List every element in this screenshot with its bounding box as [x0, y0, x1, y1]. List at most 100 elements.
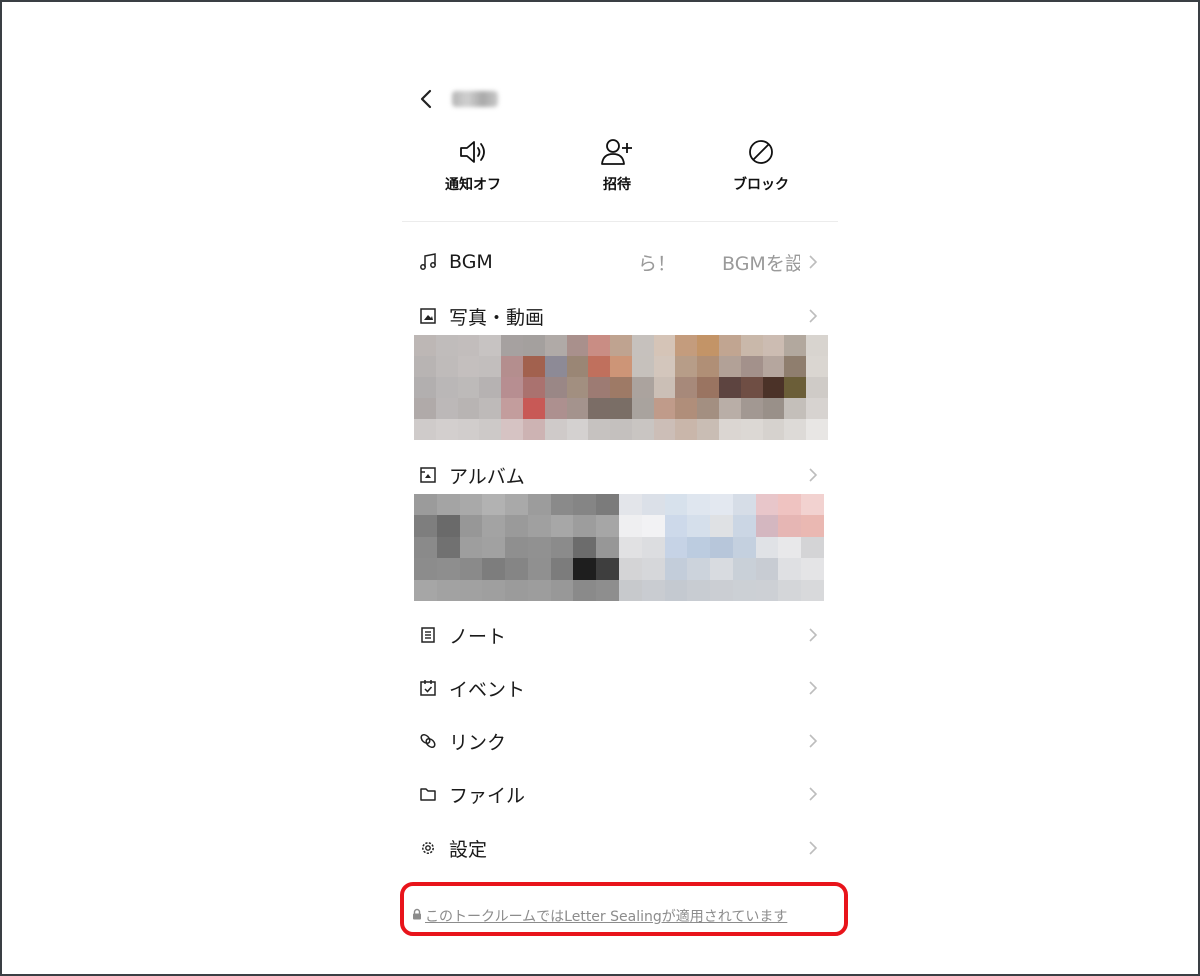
mosaic-cell	[459, 515, 483, 537]
divider	[402, 221, 838, 222]
block-button[interactable]: ブロック	[706, 136, 816, 194]
album-thumbnails-pixelated[interactable]	[414, 494, 824, 601]
mosaic-cell	[697, 419, 720, 440]
music-note-icon	[418, 252, 438, 272]
menu-row-bgm[interactable]: BGM ら！ BGMを設	[400, 242, 830, 282]
mosaic-cell	[641, 579, 665, 601]
mosaic-cell	[566, 356, 589, 377]
menu-row-link[interactable]: リンク	[400, 721, 830, 761]
mosaic-cell	[653, 377, 676, 398]
mosaic-cell	[806, 398, 828, 419]
mosaic-cell	[806, 356, 828, 377]
mosaic-cell	[544, 335, 567, 356]
gear-icon	[418, 838, 438, 858]
mosaic-cell	[641, 494, 665, 516]
chevron-right-icon	[808, 678, 822, 698]
mosaic-cell	[784, 335, 807, 356]
mosaic-cell	[459, 536, 483, 559]
mosaic-cell	[778, 579, 802, 601]
mosaic-cell	[762, 377, 785, 398]
mosaic-cell	[784, 377, 807, 398]
photo-thumbnails-pixelated[interactable]	[414, 335, 828, 440]
mosaic-cell	[697, 356, 720, 377]
menu-row-note[interactable]: ノート	[400, 615, 830, 655]
mosaic-cell	[710, 536, 733, 559]
photo-icon	[418, 306, 438, 326]
menu-row-album[interactable]: アルバム	[400, 455, 830, 495]
note-label: ノート	[449, 625, 507, 648]
mosaic-cell	[610, 398, 632, 419]
mosaic-cell	[732, 536, 756, 559]
bgm-label: BGM	[449, 251, 493, 273]
mosaic-cell	[544, 398, 567, 419]
menu-row-settings[interactable]: 設定	[400, 828, 830, 868]
mosaic-cell	[573, 579, 597, 601]
mosaic-cell	[457, 419, 480, 440]
menu-row-event[interactable]: イベント	[400, 668, 830, 708]
invite-button[interactable]: 招待	[562, 136, 672, 194]
mosaic-cell	[527, 558, 551, 580]
mosaic-cell	[675, 377, 698, 398]
mosaic-cell	[596, 515, 619, 537]
mosaic-cell	[801, 515, 824, 537]
mosaic-cell	[482, 515, 506, 537]
block-label: ブロック	[733, 177, 789, 193]
menu-row-photos[interactable]: 写真・動画	[400, 296, 830, 336]
mosaic-cell	[550, 494, 574, 516]
mosaic-cell	[610, 335, 632, 356]
mosaic-cell	[762, 335, 785, 356]
mosaic-cell	[573, 536, 597, 559]
mosaic-cell	[610, 377, 632, 398]
mosaic-cell	[550, 515, 574, 537]
mosaic-cell	[719, 377, 741, 398]
note-icon	[418, 625, 438, 645]
mosaic-cell	[435, 356, 458, 377]
mosaic-cell	[588, 335, 611, 356]
mosaic-cell	[784, 419, 807, 440]
mosaic-cell	[664, 536, 688, 559]
back-button[interactable]	[418, 84, 446, 114]
mosaic-cell	[527, 579, 551, 601]
mosaic-cell	[414, 356, 436, 377]
menu-row-file[interactable]: ファイル	[400, 774, 830, 814]
letter-sealing-link[interactable]: このトークルームではLetter Sealingが適用されています	[425, 906, 787, 926]
mosaic-cell	[664, 515, 688, 537]
chevron-right-icon	[808, 731, 822, 751]
mosaic-cell	[801, 558, 824, 580]
mosaic-cell	[566, 377, 589, 398]
mosaic-cell	[755, 536, 779, 559]
mosaic-cell	[778, 536, 802, 559]
mosaic-cell	[414, 335, 436, 356]
mosaic-cell	[631, 356, 654, 377]
mosaic-cell	[436, 515, 460, 537]
mosaic-cell	[566, 419, 589, 440]
mosaic-cell	[719, 398, 741, 419]
mosaic-cell	[544, 419, 567, 440]
mosaic-cell	[778, 494, 802, 516]
mosaic-cell	[653, 419, 676, 440]
mosaic-cell	[784, 398, 807, 419]
mosaic-cell	[710, 494, 733, 516]
bgm-song-snippet: ら！	[638, 252, 677, 275]
mosaic-cell	[631, 419, 654, 440]
mosaic-cell	[459, 558, 483, 580]
mosaic-cell	[710, 579, 733, 601]
chevron-right-icon	[808, 252, 822, 272]
mosaic-cell	[806, 419, 828, 440]
mosaic-cell	[482, 558, 506, 580]
chat-menu-panel: 通知オフ 招待 ブロック BGM ら！ BGMを設 写真・動画 アルバム ノート…	[400, 2, 848, 974]
mosaic-cell	[527, 515, 551, 537]
mosaic-cell	[740, 398, 763, 419]
mosaic-cell	[619, 494, 642, 516]
block-icon	[749, 140, 773, 164]
mosaic-cell	[755, 515, 779, 537]
file-label: ファイル	[449, 784, 526, 807]
mute-notifications-button[interactable]: 通知オフ	[418, 136, 528, 194]
mosaic-cell	[719, 335, 741, 356]
mosaic-cell	[479, 419, 502, 440]
mosaic-cell	[501, 356, 523, 377]
mosaic-cell	[501, 377, 523, 398]
mosaic-cell	[732, 494, 756, 516]
link-label: リンク	[449, 731, 507, 754]
chevron-left-icon	[420, 89, 432, 109]
